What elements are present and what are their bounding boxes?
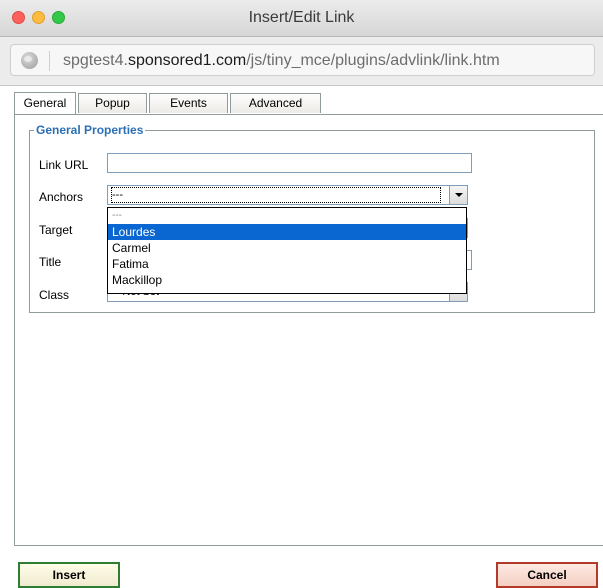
tab-events[interactable]: Events [149, 93, 228, 113]
globe-icon [21, 52, 38, 69]
general-panel: General Properties Link URL Anchors --- … [14, 114, 603, 546]
class-label: Class [39, 288, 70, 302]
tab-advanced[interactable]: Advanced [230, 93, 321, 113]
tab-general[interactable]: General [14, 92, 76, 114]
url-field[interactable]: spgtest4.sponsored1.com/js/tiny_mce/plug… [10, 44, 595, 76]
url-separator [49, 51, 50, 71]
link-url-input[interactable] [107, 153, 472, 173]
cancel-button[interactable]: Cancel [496, 562, 598, 588]
anchor-option[interactable]: Mackillop [108, 272, 466, 288]
link-url-label: Link URL [39, 158, 89, 172]
anchors-select[interactable]: --- [107, 185, 468, 205]
url-prefix: spgtest4. [63, 52, 128, 69]
anchor-option[interactable]: --- [108, 208, 466, 224]
window-title: Insert/Edit Link [248, 9, 355, 26]
anchor-option[interactable]: Fatima [108, 256, 466, 272]
url-text: spgtest4.sponsored1.com/js/tiny_mce/plug… [63, 52, 500, 70]
insert-button[interactable]: Insert [18, 562, 120, 588]
anchor-option[interactable]: Carmel [108, 240, 466, 256]
anchors-select-value: --- [111, 187, 441, 203]
general-properties-legend: General Properties [36, 123, 144, 137]
title-label: Title [39, 255, 62, 269]
anchor-option-selected[interactable]: Lourdes [108, 224, 466, 240]
url-path: /js/tiny_mce/plugins/advlink/link.htm [246, 52, 500, 69]
dropdown-arrow-icon[interactable] [449, 186, 467, 204]
tab-popup[interactable]: Popup [78, 93, 147, 113]
window-titlebar: Insert/Edit Link [0, 0, 603, 37]
anchors-label: Anchors [39, 190, 84, 204]
address-bar: spgtest4.sponsored1.com/js/tiny_mce/plug… [0, 37, 603, 86]
target-label: Target [39, 223, 73, 237]
url-domain: sponsored1.com [127, 52, 247, 69]
anchors-dropdown-list: --- Lourdes Carmel Fatima Mackillop [107, 207, 467, 294]
